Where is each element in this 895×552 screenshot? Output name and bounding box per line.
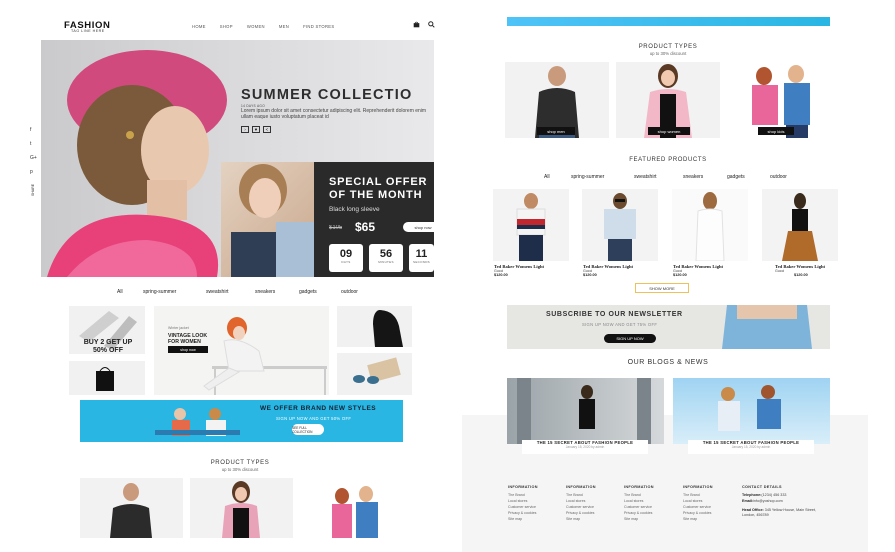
facebook-icon[interactable]: f <box>30 127 31 133</box>
product-card-image[interactable] <box>493 189 569 261</box>
share-icon[interactable]: < <box>263 126 271 133</box>
newsletter-signup-button[interactable]: SIGN UP NOW <box>604 334 656 343</box>
footer-link[interactable]: Site map <box>508 516 538 522</box>
nav-shop[interactable]: SHOP <box>220 24 233 29</box>
filter-outdoor[interactable]: outdoor <box>341 289 358 295</box>
deal-text: BUY 2 GET UP 50% OFF <box>83 339 133 354</box>
women-tile[interactable] <box>190 478 293 538</box>
product-types-title: PRODUCT TYPES <box>210 460 270 466</box>
footer-column: INFORMATION The Brand Local stores Custo… <box>566 485 596 522</box>
footer-link[interactable]: Site map <box>683 516 713 522</box>
product-price: $120.00 <box>583 273 597 277</box>
nav-men[interactable]: MEN <box>279 24 289 29</box>
main-nav: HOME SHOP WOMEN MEN FIND STORES <box>192 24 334 29</box>
show-more-button[interactable]: SHOW MORE <box>635 283 689 293</box>
banner-heading: WE OFFER BRAND NEW STYLES <box>260 405 377 412</box>
newsletter-heading: SUBSCRIBE TO OUR NEWSLETTER <box>546 311 683 318</box>
vintage-title: VINTAGE LOOK FOR WOMEN <box>168 333 208 345</box>
pinterest-icon[interactable]: p <box>30 169 33 175</box>
blog-meta: January 15, 2020 by admin <box>565 445 605 449</box>
search-icon[interactable] <box>428 21 435 30</box>
footer-contact: CONTACT DETAILS Telephone:(1234) 456 333… <box>742 485 817 517</box>
offer-title: SPECIAL OFFER OF THE MONTH <box>329 176 428 201</box>
blog-meta: January 15, 2020 by admin <box>731 445 771 449</box>
right-product-types-sub: up to 30% discount <box>649 51 687 56</box>
product-price: $120.00 <box>794 273 808 277</box>
old-price: $105 <box>329 225 343 231</box>
vintage-small: Winter jacket <box>168 326 189 330</box>
filter-gadgets[interactable]: gadgets <box>299 289 317 295</box>
footer-column: INFORMATION The Brand Local stores Custo… <box>683 485 713 522</box>
left-page: FASHION TAG LINE HERE HOME SHOP WOMEN ME… <box>0 0 448 552</box>
filter-spring-summer[interactable]: spring-summer <box>143 289 176 295</box>
blog-image[interactable] <box>673 378 830 444</box>
right-product-types-title: PRODUCT TYPES <box>638 44 698 50</box>
contact-email[interactable]: info@yoshop.com <box>753 499 783 503</box>
bag-tile[interactable] <box>69 361 145 395</box>
hero-description: Lorem ipsum dolor sit amet consectetur a… <box>241 108 427 120</box>
nav-home[interactable]: HOME <box>192 24 206 29</box>
product-card-image[interactable] <box>582 189 658 261</box>
share-label: SHARE <box>31 183 35 196</box>
offer-subtitle: Black long sleeve <box>329 206 380 213</box>
blog-caption: THE 15 SECRET ABOUT FASHION PEOPLE Janua… <box>688 440 814 454</box>
blog-caption: THE 15 SECRET ABOUT FASHION PEOPLE Janua… <box>522 440 648 454</box>
offer-shop-button[interactable]: shop now <box>403 222 443 232</box>
product-card-image[interactable] <box>762 189 838 261</box>
filter-all[interactable]: All <box>117 289 123 295</box>
nav-women[interactable]: WOMEN <box>247 24 265 29</box>
product-price: $120.00 <box>494 273 508 277</box>
footer-link[interactable]: Site map <box>624 516 654 522</box>
footer-column: INFORMATION The Brand Local stores Custo… <box>624 485 654 522</box>
hero-title: SUMMER COLLECTIO <box>241 87 413 103</box>
men-tile[interactable] <box>80 478 183 538</box>
featured-filter-spring-summer[interactable]: spring-summer <box>571 174 604 180</box>
logo-tagline: TAG LINE HERE <box>71 29 105 33</box>
footer-column: INFORMATION The Brand Local stores Custo… <box>508 485 538 522</box>
featured-filter-outdoor[interactable]: outdoor <box>770 174 787 180</box>
featured-title: FEATURED PRODUCTS <box>629 157 707 163</box>
nav-find-stores[interactable]: FIND STORES <box>303 24 334 29</box>
blog-image[interactable] <box>507 378 664 444</box>
shop-women-button[interactable]: shop women <box>648 127 690 135</box>
sunglasses-tile[interactable] <box>337 353 412 395</box>
shop-kids-button[interactable]: shop kids <box>758 127 794 135</box>
new-price: $65 <box>355 220 376 234</box>
heart-icon[interactable]: ♥ <box>252 126 260 133</box>
google-plus-icon[interactable]: G+ <box>30 155 37 161</box>
product-brand: Gucci <box>775 269 785 273</box>
hero-controls: › ♥ < <box>241 126 271 133</box>
featured-filter-sweatshirt[interactable]: sweatshirt <box>634 174 657 180</box>
countdown-minutes: 56 MINUTES <box>369 244 403 272</box>
filter-sneakers[interactable]: sneakers <box>255 289 275 295</box>
newsletter-subheading: SIGN UP NOW AND GET 75% OFF <box>582 322 658 327</box>
featured-filter-all[interactable]: All <box>544 174 550 180</box>
vintage-shop-button[interactable]: shop now <box>168 346 208 353</box>
see-collection-button[interactable]: SEE FULL COLLECTION <box>292 424 324 435</box>
footer-link[interactable]: Site map <box>566 516 596 522</box>
blogs-title: OUR BLOGS & NEWS <box>627 359 709 366</box>
offer-model-image <box>221 162 314 277</box>
product-types-sub: up to 30% discount <box>221 467 259 472</box>
bag-icon[interactable] <box>413 21 420 30</box>
countdown-days: 09 DAYS <box>329 244 363 272</box>
featured-filter-sneakers[interactable]: sneakers <box>683 174 703 180</box>
product-price: $120.00 <box>673 273 687 277</box>
top-banner-strip <box>507 17 830 26</box>
filter-sweatshirt[interactable]: sweatshirt <box>206 289 229 295</box>
banner-subheading: SIGN UP NOW AND GET 50% OFF <box>276 416 352 421</box>
product-card-image[interactable] <box>672 189 748 261</box>
shop-men-button[interactable]: shop men <box>537 127 575 135</box>
contact-phone[interactable]: (1234) 456 333 <box>761 493 786 497</box>
next-icon[interactable]: › <box>241 126 249 133</box>
countdown-seconds: 11 SECONDS <box>409 244 434 272</box>
hoodie-tile[interactable] <box>337 306 412 347</box>
kids-tile[interactable] <box>300 478 403 538</box>
twitter-icon[interactable]: t <box>30 141 31 147</box>
featured-filter-gadgets[interactable]: gadgets <box>727 174 745 180</box>
